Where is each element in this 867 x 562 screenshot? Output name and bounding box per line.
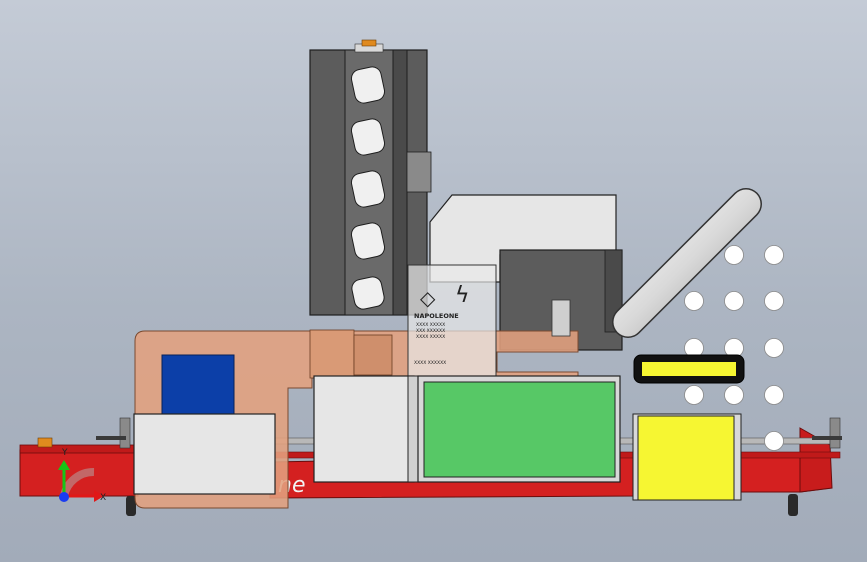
hole bbox=[684, 291, 704, 311]
y-axis-label: Y bbox=[61, 448, 68, 458]
blue-block[interactable] bbox=[161, 354, 235, 416]
hole bbox=[764, 385, 784, 405]
hole bbox=[764, 431, 784, 451]
hole bbox=[724, 291, 744, 311]
lightning-icon: ϟ bbox=[455, 283, 470, 308]
orange-cap-left bbox=[37, 437, 53, 448]
diamond-icon: ◇ bbox=[420, 286, 436, 310]
plate-line-1: XXXX XXXXX bbox=[416, 322, 445, 328]
z-axis-dot bbox=[59, 492, 69, 502]
cad-viewport[interactable]: ne NAPOLEONE XXXX XXXXX XXX XXXXXX XXXX … bbox=[0, 0, 867, 562]
middle-box[interactable] bbox=[313, 375, 425, 483]
hole bbox=[724, 385, 744, 405]
hole bbox=[684, 385, 704, 405]
hole bbox=[764, 338, 784, 358]
light-gray-box[interactable] bbox=[133, 413, 276, 495]
hole bbox=[764, 291, 784, 311]
x-axis-label: X bbox=[100, 493, 106, 503]
hole bbox=[764, 245, 784, 265]
plate-line-3: XXXX XXXXX bbox=[416, 334, 445, 340]
hole bbox=[724, 245, 744, 265]
plate-note: XXXX XXXXXX bbox=[414, 360, 446, 366]
yellow-indicator[interactable] bbox=[633, 354, 745, 384]
plate-brand: NAPOLEONE bbox=[414, 312, 459, 320]
yellow-block[interactable] bbox=[632, 413, 742, 501]
green-panel[interactable] bbox=[417, 375, 621, 483]
plate-line-2: XXX XXXXXX bbox=[416, 328, 445, 334]
